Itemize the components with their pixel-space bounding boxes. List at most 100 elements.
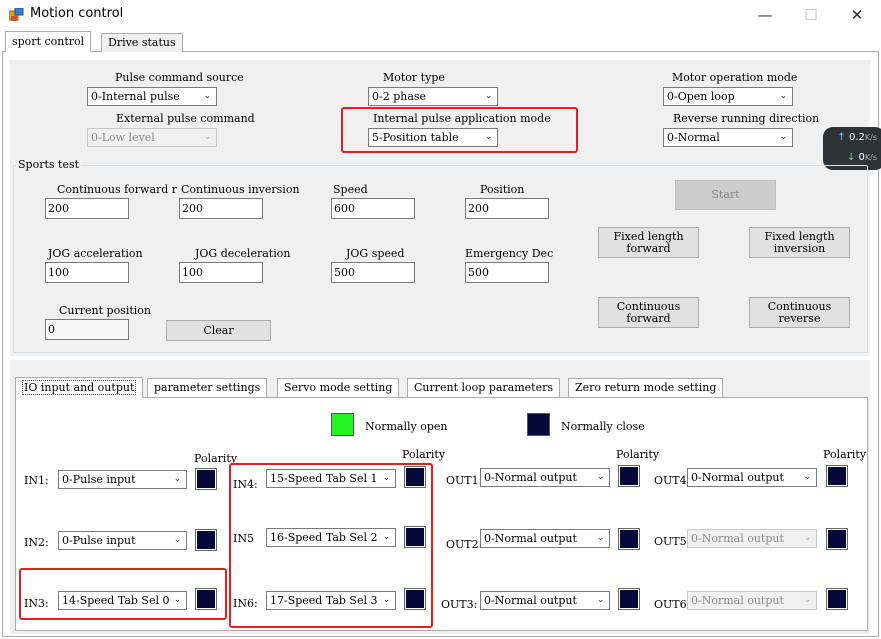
in2-label: IN2: — [24, 536, 49, 549]
in4-polarity-toggle[interactable] — [404, 466, 426, 488]
emergency-dec-label: Emergency Dec — [465, 247, 554, 260]
internal-pulse-mode-label: Internal pulse application mode — [373, 112, 551, 125]
chevron-down-icon: ⌄ — [203, 132, 212, 142]
out3-select[interactable]: 0-Normal output ⌄ — [480, 591, 610, 610]
chevron-down-icon: ⌄ — [484, 91, 493, 101]
out5-select[interactable]: 0-Normal output ⌄ — [687, 529, 817, 548]
reverse-running-direction-label: Reverse running direction — [673, 112, 820, 125]
out6-select[interactable]: 0-Normal output ⌄ — [687, 591, 817, 610]
out4-label: OUT4: — [654, 474, 691, 487]
out4-polarity-toggle[interactable] — [826, 465, 848, 487]
tab-io-input-output[interactable]: IO input and output — [15, 377, 144, 398]
in1-select[interactable]: 0-Pulse input ⌄ — [58, 470, 187, 489]
clear-button[interactable]: Clear — [166, 320, 271, 341]
in5-label: IN5 — [233, 532, 254, 545]
external-pulse-command-select[interactable]: 0-Low level ⌄ — [87, 128, 217, 147]
out6-polarity-toggle[interactable] — [826, 588, 848, 610]
chevron-down-icon: ⌄ — [173, 474, 182, 484]
reverse-running-direction-select[interactable]: 0-Normal ⌄ — [663, 128, 793, 147]
tab-parameter-settings[interactable]: parameter settings — [147, 378, 268, 397]
out3-polarity-toggle[interactable] — [618, 588, 640, 610]
normally-open-label: Normally open — [365, 420, 448, 433]
jog-speed-input[interactable]: 500 — [331, 262, 415, 283]
in2-select[interactable]: 0-Pulse input ⌄ — [58, 531, 187, 550]
in5-polarity-toggle[interactable] — [404, 526, 426, 548]
continuous-inversion-label: Continuous inversion — [181, 183, 300, 196]
out1-polarity-toggle[interactable] — [618, 465, 640, 487]
internal-pulse-mode-select[interactable]: 5-Position table ⌄ — [368, 128, 498, 147]
jog-deceleration-input[interactable]: 100 — [179, 262, 263, 283]
out1-select[interactable]: 0-Normal output ⌄ — [480, 468, 610, 487]
in4-select[interactable]: 15-Speed Tab Sel 1 ⌄ — [266, 469, 396, 488]
arrow-down-icon: ↓ — [846, 152, 856, 163]
chevron-down-icon: ⌄ — [803, 533, 812, 543]
continuous-forward-input[interactable]: 200 — [45, 198, 129, 219]
tab-current-loop-parameters[interactable]: Current loop parameters — [407, 378, 561, 397]
chevron-down-icon: ⌄ — [803, 595, 812, 605]
current-position-field: 0 — [45, 319, 129, 340]
jog-deceleration-label: JOG deceleration — [195, 247, 291, 260]
chevron-down-icon: ⌄ — [596, 533, 605, 543]
speed-input[interactable]: 600 — [331, 198, 415, 219]
motor-type-select[interactable]: 0-2 phase ⌄ — [368, 87, 498, 106]
in5-select[interactable]: 16-Speed Tab Sel 2 ⌄ — [266, 528, 396, 547]
chevron-down-icon: ⌄ — [596, 472, 605, 482]
emergency-dec-input[interactable]: 500 — [465, 262, 549, 283]
position-label: Position — [480, 183, 525, 196]
in2-polarity-toggle[interactable] — [195, 529, 217, 551]
tab-drive-status[interactable]: Drive status — [101, 33, 183, 52]
start-button[interactable]: Start — [675, 180, 776, 210]
arrow-up-icon: ↑ — [837, 132, 846, 143]
maximize-button[interactable]: ☐ — [788, 0, 834, 30]
normally-open-swatch — [331, 413, 354, 436]
in6-label: IN6: — [233, 597, 258, 610]
close-button[interactable]: ✕ — [834, 0, 880, 30]
in1-label: IN1: — [24, 474, 49, 487]
network-speed-widget: ↑ 0.2K/s ↓ 0K/s — [823, 127, 881, 170]
out6-label: OUT6: — [654, 598, 691, 611]
pulse-command-source-select[interactable]: 0-Internal pulse ⌄ — [87, 87, 217, 106]
chevron-down-icon: ⌄ — [382, 532, 391, 542]
speed-label: Speed — [333, 183, 368, 196]
motor-type-label: Motor type — [383, 71, 445, 84]
out2-select[interactable]: 0-Normal output ⌄ — [480, 529, 610, 548]
in3-label: IN3: — [24, 597, 49, 610]
pulse-command-source-label: Pulse command source — [115, 71, 244, 84]
continuous-forward-button[interactable]: Continuous forward — [598, 297, 699, 328]
window-title: Motion control — [30, 6, 124, 21]
polarity-header-in456: Polarity — [402, 448, 446, 461]
upload-speed: 0.2 — [848, 132, 865, 143]
continuous-inversion-input[interactable]: 200 — [179, 198, 263, 219]
motor-operation-mode-label: Motor operation mode — [672, 71, 798, 84]
in1-polarity-toggle[interactable] — [195, 468, 217, 490]
out2-polarity-toggle[interactable] — [618, 528, 640, 550]
jog-acceleration-input[interactable]: 100 — [45, 262, 129, 283]
continuous-reverse-button[interactable]: Continuous reverse — [749, 297, 850, 328]
chevron-down-icon: ⌄ — [779, 91, 788, 101]
in3-polarity-toggle[interactable] — [195, 588, 217, 610]
in3-select[interactable]: 14-Speed Tab Sel 0 ⌄ — [58, 591, 187, 610]
polarity-header-out123: Polarity — [616, 448, 660, 461]
out2-label: OUT2: — [446, 538, 483, 551]
chevron-down-icon: ⌄ — [173, 595, 182, 605]
tab-sport-control[interactable]: sport control — [5, 31, 92, 52]
app-icon — [9, 8, 24, 21]
normally-close-swatch — [527, 413, 550, 436]
out5-polarity-toggle[interactable] — [826, 528, 848, 550]
fixed-length-inversion-button[interactable]: Fixed length inversion — [749, 227, 850, 258]
tab-zero-return-mode-setting[interactable]: Zero return mode setting — [568, 378, 724, 397]
chevron-down-icon: ⌄ — [779, 132, 788, 142]
position-input[interactable]: 200 — [465, 198, 549, 219]
normally-close-label: Normally close — [561, 420, 645, 433]
in6-polarity-toggle[interactable] — [404, 588, 426, 610]
out3-label: OUT3: — [441, 598, 478, 611]
minimize-button[interactable]: — — [742, 0, 788, 30]
out4-select[interactable]: 0-Normal output ⌄ — [687, 468, 817, 487]
in4-label: IN4: — [233, 478, 258, 491]
polarity-header-out456: Polarity — [823, 448, 867, 461]
tab-servo-mode-setting[interactable]: Servo mode setting — [277, 378, 400, 397]
out1-label: OUT1: — [446, 474, 483, 487]
in6-select[interactable]: 17-Speed Tab Sel 3 ⌄ — [266, 591, 396, 610]
fixed-length-forward-button[interactable]: Fixed length forward — [598, 227, 699, 258]
motor-operation-mode-select[interactable]: 0-Open loop ⌄ — [663, 87, 793, 106]
